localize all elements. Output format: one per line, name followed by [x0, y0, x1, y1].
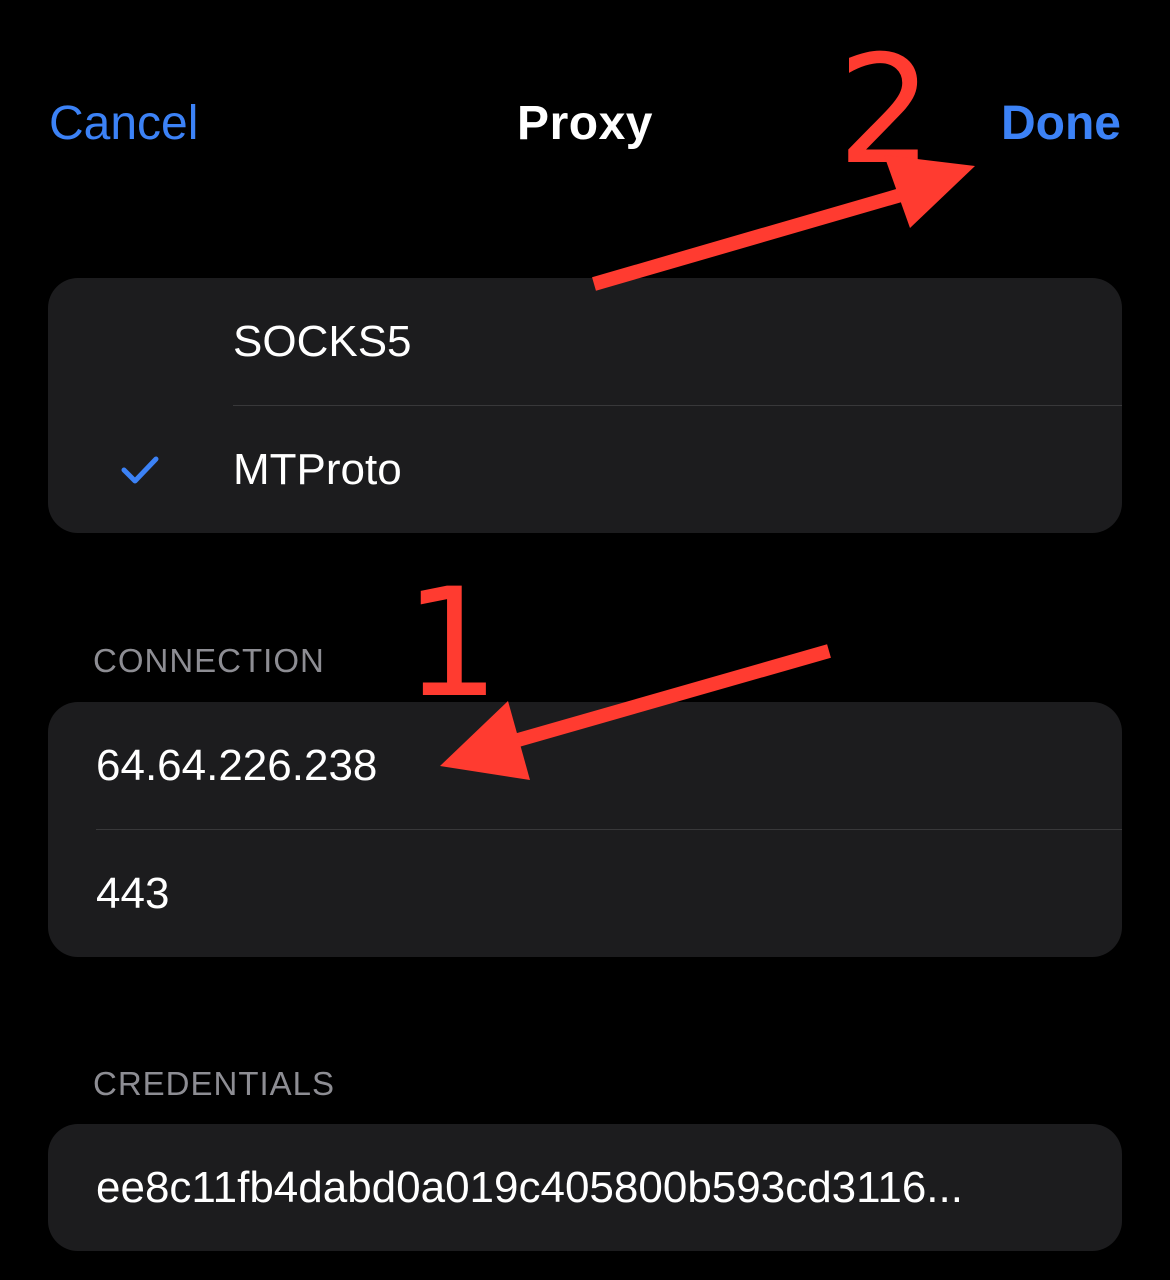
secret-value: ee8c11fb4dabd0a019c405800b593cd3116... — [96, 1163, 963, 1212]
checkmark-icon — [121, 456, 159, 484]
connection-group: 64.64.226.238 443 — [48, 702, 1122, 957]
credentials-group: ee8c11fb4dabd0a019c405800b593cd3116... — [48, 1124, 1122, 1251]
connection-section-header: CONNECTION — [93, 642, 325, 679]
secret-field[interactable]: ee8c11fb4dabd0a019c405800b593cd3116... — [48, 1124, 1122, 1251]
server-value: 64.64.226.238 — [96, 741, 378, 790]
port-value: 443 — [96, 869, 170, 918]
proxy-type-label: MTProto — [233, 445, 402, 494]
port-field[interactable]: 443 — [48, 830, 1122, 957]
credentials-section-header: CREDENTIALS — [93, 1065, 336, 1102]
navigation-bar: Cancel Proxy Done — [0, 0, 1170, 250]
done-button[interactable]: Done — [1001, 94, 1121, 154]
proxy-type-group: SOCKS5 MTProto — [48, 278, 1122, 533]
page-title: Proxy — [517, 97, 653, 150]
proxy-type-label: SOCKS5 — [233, 317, 412, 366]
proxy-type-option-socks5[interactable]: SOCKS5 — [48, 278, 1122, 405]
server-field[interactable]: 64.64.226.238 — [48, 702, 1122, 829]
proxy-type-option-mtproto[interactable]: MTProto — [48, 406, 1122, 533]
